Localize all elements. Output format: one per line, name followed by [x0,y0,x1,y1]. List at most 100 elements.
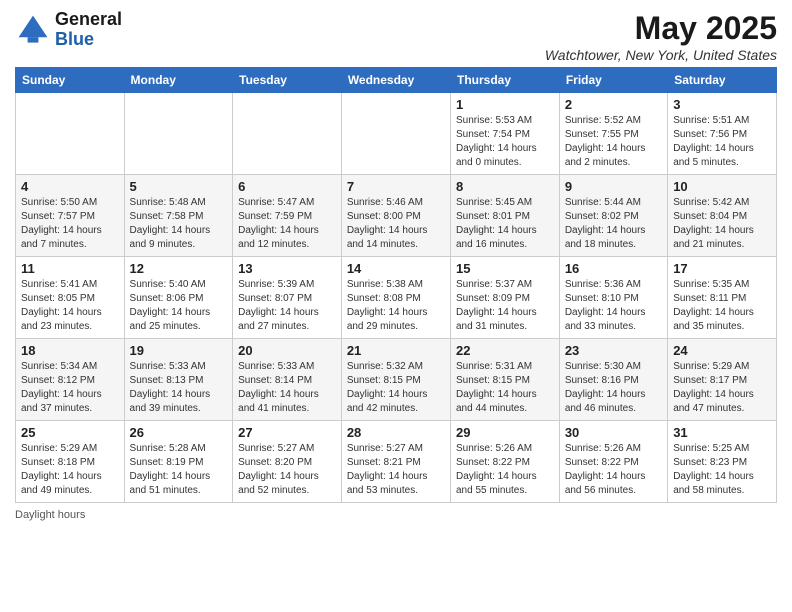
day-number: 3 [673,97,771,112]
calendar-week-row: 4 Sunrise: 5:50 AM Sunset: 7:57 PM Daylig… [16,175,777,257]
day-info: Sunrise: 5:40 AM Sunset: 8:06 PM Dayligh… [130,278,228,334]
day-number: 30 [565,425,662,440]
day-number: 1 [456,97,554,112]
calendar-header-row: SundayMondayTuesdayWednesdayThursdayFrid… [16,68,777,93]
day-number: 23 [565,343,662,358]
calendar-day-cell [16,93,125,175]
calendar-week-row: 11Sunrise: 5:41 AM Sunset: 8:05 PM Dayli… [16,257,777,339]
calendar-body: 1 Sunrise: 5:53 AM Sunset: 7:54 PM Daylig… [16,93,777,503]
day-info: Sunrise: 5:42 AM Sunset: 8:04 PM Dayligh… [673,196,771,252]
day-number: 20 [238,343,336,358]
calendar-day-cell: 9 Sunrise: 5:44 AM Sunset: 8:02 PM Daylig… [559,175,667,257]
calendar-day-cell [124,93,233,175]
day-info: Sunrise: 5:33 AM Sunset: 8:13 PM Dayligh… [130,360,228,416]
calendar-day-cell: 21 Sunrise: 5:32 AM Sunset: 8:15 PM Dayli… [341,339,450,421]
calendar-header-cell: Sunday [16,68,125,93]
location: Watchtower, New York, United States [545,47,777,63]
calendar-day-cell: 2 Sunrise: 5:52 AM Sunset: 7:55 PM Daylig… [559,93,667,175]
calendar-day-cell [341,93,450,175]
day-info: Sunrise: 5:51 AM Sunset: 7:56 PM Dayligh… [673,114,771,170]
day-info: Sunrise: 5:25 AM Sunset: 8:23 PM Dayligh… [673,442,771,498]
day-info: Sunrise: 5:52 AM Sunset: 7:55 PM Dayligh… [565,114,662,170]
day-info: Sunrise: 5:44 AM Sunset: 8:02 PM Dayligh… [565,196,662,252]
day-info: Sunrise: 5:45 AM Sunset: 8:01 PM Dayligh… [456,196,554,252]
footer-note: Daylight hours [15,509,777,521]
calendar-day-cell: 29 Sunrise: 5:26 AM Sunset: 8:22 PM Dayli… [450,421,559,503]
calendar-header-cell: Friday [559,68,667,93]
day-number: 4 [21,179,119,194]
day-info: Sunrise: 5:29 AM Sunset: 8:18 PM Dayligh… [21,442,119,498]
day-info: Sunrise: 5:48 AM Sunset: 7:58 PM Dayligh… [130,196,228,252]
day-number: 5 [130,179,228,194]
logo-icon [15,12,51,48]
day-number: 12 [130,261,228,276]
day-number: 2 [565,97,662,112]
day-info: Sunrise: 5:41 AM Sunset: 8:05 PM Dayligh… [21,278,119,334]
calendar-day-cell: 24Sunrise: 5:29 AM Sunset: 8:17 PM Dayli… [668,339,777,421]
calendar-day-cell: 20 Sunrise: 5:33 AM Sunset: 8:14 PM Dayli… [233,339,342,421]
calendar-day-cell: 13Sunrise: 5:39 AM Sunset: 8:07 PM Dayli… [233,257,342,339]
calendar-day-cell: 4 Sunrise: 5:50 AM Sunset: 7:57 PM Daylig… [16,175,125,257]
day-number: 14 [347,261,445,276]
calendar-day-cell: 8Sunrise: 5:45 AM Sunset: 8:01 PM Daylig… [450,175,559,257]
logo: General Blue [15,10,122,50]
calendar-header-cell: Wednesday [341,68,450,93]
day-number: 24 [673,343,771,358]
day-number: 16 [565,261,662,276]
calendar-day-cell: 5 Sunrise: 5:48 AM Sunset: 7:58 PM Daylig… [124,175,233,257]
logo-general: General [55,9,122,29]
calendar-day-cell: 31 Sunrise: 5:25 AM Sunset: 8:23 PM Dayli… [668,421,777,503]
day-info: Sunrise: 5:39 AM Sunset: 8:07 PM Dayligh… [238,278,336,334]
day-info: Sunrise: 5:26 AM Sunset: 8:22 PM Dayligh… [565,442,662,498]
calendar-header-cell: Monday [124,68,233,93]
day-number: 6 [238,179,336,194]
day-info: Sunrise: 5:31 AM Sunset: 8:15 PM Dayligh… [456,360,554,416]
calendar-week-row: 18 Sunrise: 5:34 AM Sunset: 8:12 PM Dayli… [16,339,777,421]
calendar-day-cell: 11Sunrise: 5:41 AM Sunset: 8:05 PM Dayli… [16,257,125,339]
day-info: Sunrise: 5:53 AM Sunset: 7:54 PM Dayligh… [456,114,554,170]
day-info: Sunrise: 5:30 AM Sunset: 8:16 PM Dayligh… [565,360,662,416]
day-number: 21 [347,343,445,358]
day-number: 29 [456,425,554,440]
calendar-day-cell: 10 Sunrise: 5:42 AM Sunset: 8:04 PM Dayli… [668,175,777,257]
day-number: 25 [21,425,119,440]
calendar-day-cell: 16 Sunrise: 5:36 AM Sunset: 8:10 PM Dayli… [559,257,667,339]
day-number: 7 [347,179,445,194]
day-info: Sunrise: 5:34 AM Sunset: 8:12 PM Dayligh… [21,360,119,416]
calendar-day-cell: 6Sunrise: 5:47 AM Sunset: 7:59 PM Daylig… [233,175,342,257]
calendar-day-cell: 1 Sunrise: 5:53 AM Sunset: 7:54 PM Daylig… [450,93,559,175]
day-number: 18 [21,343,119,358]
calendar-header-cell: Tuesday [233,68,342,93]
day-number: 9 [565,179,662,194]
day-info: Sunrise: 5:38 AM Sunset: 8:08 PM Dayligh… [347,278,445,334]
day-number: 10 [673,179,771,194]
calendar-week-row: 25 Sunrise: 5:29 AM Sunset: 8:18 PM Dayli… [16,421,777,503]
month-title: May 2025 [545,10,777,47]
calendar-day-cell: 22 Sunrise: 5:31 AM Sunset: 8:15 PM Dayli… [450,339,559,421]
calendar-day-cell: 28Sunrise: 5:27 AM Sunset: 8:21 PM Dayli… [341,421,450,503]
day-number: 15 [456,261,554,276]
calendar-day-cell: 17Sunrise: 5:35 AM Sunset: 8:11 PM Dayli… [668,257,777,339]
day-info: Sunrise: 5:35 AM Sunset: 8:11 PM Dayligh… [673,278,771,334]
calendar-day-cell: 3 Sunrise: 5:51 AM Sunset: 7:56 PM Daylig… [668,93,777,175]
day-info: Sunrise: 5:28 AM Sunset: 8:19 PM Dayligh… [130,442,228,498]
day-info: Sunrise: 5:37 AM Sunset: 8:09 PM Dayligh… [456,278,554,334]
calendar-table: SundayMondayTuesdayWednesdayThursdayFrid… [15,67,777,503]
day-info: Sunrise: 5:36 AM Sunset: 8:10 PM Dayligh… [565,278,662,334]
day-info: Sunrise: 5:50 AM Sunset: 7:57 PM Dayligh… [21,196,119,252]
calendar-day-cell: 18 Sunrise: 5:34 AM Sunset: 8:12 PM Dayli… [16,339,125,421]
page-header: General Blue May 2025 Watchtower, New Yo… [15,10,777,63]
day-info: Sunrise: 5:27 AM Sunset: 8:20 PM Dayligh… [238,442,336,498]
calendar-header-cell: Thursday [450,68,559,93]
day-number: 22 [456,343,554,358]
day-number: 27 [238,425,336,440]
day-info: Sunrise: 5:26 AM Sunset: 8:22 PM Dayligh… [456,442,554,498]
day-number: 31 [673,425,771,440]
day-info: Sunrise: 5:32 AM Sunset: 8:15 PM Dayligh… [347,360,445,416]
calendar-day-cell: 23 Sunrise: 5:30 AM Sunset: 8:16 PM Dayli… [559,339,667,421]
calendar-day-cell: 19Sunrise: 5:33 AM Sunset: 8:13 PM Dayli… [124,339,233,421]
day-info: Sunrise: 5:33 AM Sunset: 8:14 PM Dayligh… [238,360,336,416]
calendar-day-cell: 14 Sunrise: 5:38 AM Sunset: 8:08 PM Dayli… [341,257,450,339]
logo-text: General Blue [55,10,122,50]
calendar-header-cell: Saturday [668,68,777,93]
